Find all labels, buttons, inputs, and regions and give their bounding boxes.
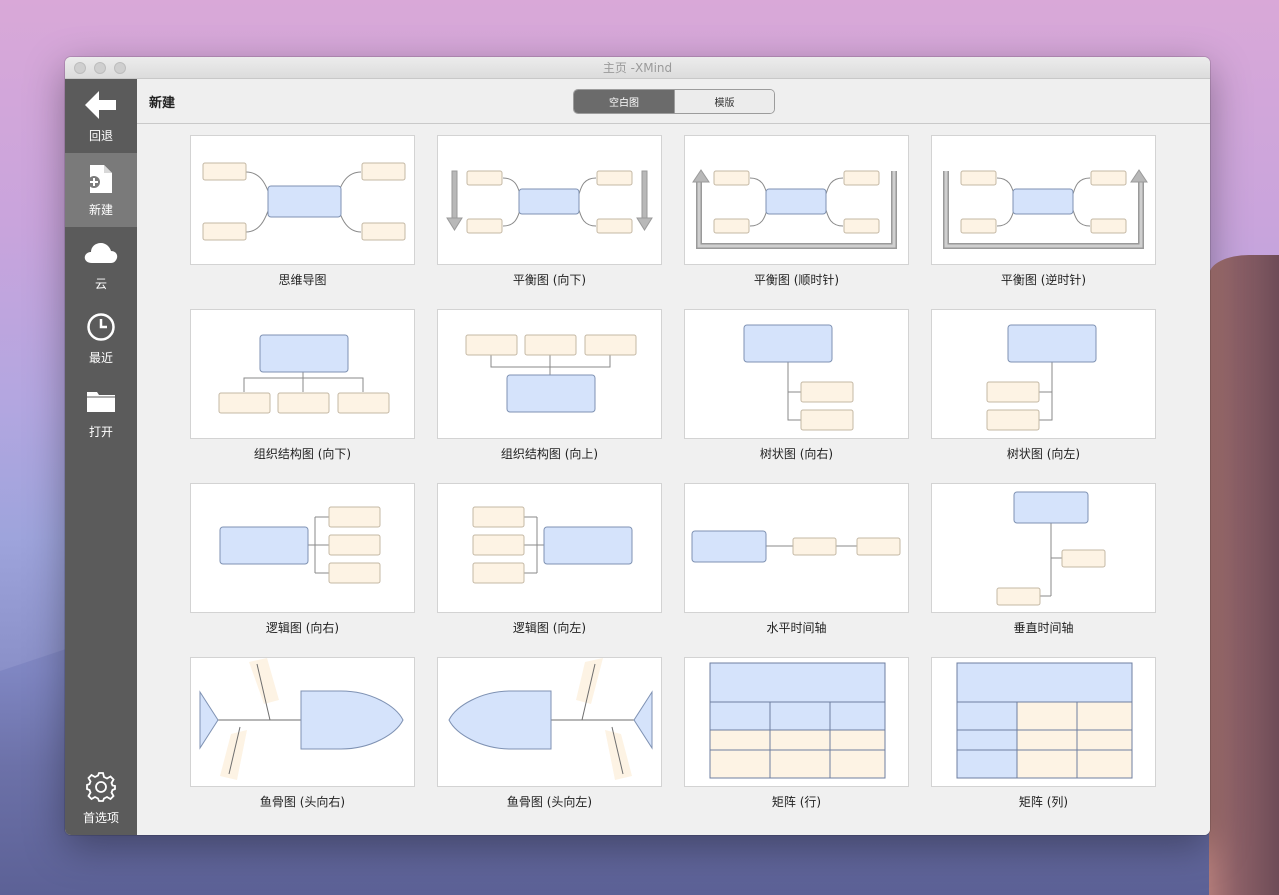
template-label: 矩阵 (列) bbox=[1018, 795, 1069, 809]
template-card-org-chart-down[interactable]: 组织结构图 (向下) bbox=[190, 309, 415, 483]
template-label: 逻辑图 (向左) bbox=[512, 621, 587, 635]
template-thumbnail bbox=[931, 483, 1156, 613]
sidebar-item-cloud[interactable]: 云 bbox=[65, 227, 137, 301]
back-arrow-icon bbox=[85, 89, 117, 121]
template-thumbnail bbox=[684, 483, 909, 613]
template-card-balance-counterclockwise[interactable]: 平衡图 (逆时针) bbox=[931, 135, 1156, 309]
template-label: 逻辑图 (向右) bbox=[265, 621, 340, 635]
sidebar-item-recent[interactable]: 最近 bbox=[65, 301, 137, 375]
sidebar-item-label: 回退 bbox=[88, 128, 113, 143]
template-thumbnail bbox=[684, 309, 909, 439]
sidebar-item-label: 打开 bbox=[88, 424, 113, 439]
template-card-fishbone-left[interactable]: 鱼骨图 (头向左) bbox=[437, 657, 662, 831]
template-card-balance-down[interactable]: 平衡图 (向下) bbox=[437, 135, 662, 309]
template-card-horizontal-timeline[interactable]: 水平时间轴 bbox=[684, 483, 909, 657]
window-controls bbox=[74, 62, 126, 74]
template-label: 组织结构图 (向上) bbox=[500, 447, 599, 461]
sidebar-item-label: 首选项 bbox=[82, 810, 119, 825]
template-label: 平衡图 (逆时针) bbox=[1000, 273, 1087, 287]
sidebar-item-label: 云 bbox=[94, 276, 107, 291]
template-grid: 思维导图 平衡图 (向下) 平衡图 (顺时针) 平衡图 (逆时针) 组织结构图 … bbox=[190, 135, 1156, 831]
template-card-fishbone-right[interactable]: 鱼骨图 (头向右) bbox=[190, 657, 415, 831]
mode-segmented-control: 空白图 模版 bbox=[573, 89, 775, 114]
sidebar: 回退 新建 云 最近 打开 首选项 bbox=[65, 79, 137, 835]
template-thumbnail bbox=[931, 135, 1156, 265]
template-card-vertical-timeline[interactable]: 垂直时间轴 bbox=[931, 483, 1156, 657]
template-label: 思维导图 bbox=[278, 273, 327, 287]
template-thumbnail bbox=[190, 135, 415, 265]
template-card-logic-left[interactable]: 逻辑图 (向左) bbox=[437, 483, 662, 657]
template-thumbnail bbox=[437, 309, 662, 439]
toolbar: 新建 空白图 模版 bbox=[137, 79, 1210, 124]
template-thumbnail bbox=[437, 657, 662, 787]
tab-blank-map[interactable]: 空白图 bbox=[574, 90, 674, 113]
template-thumbnail bbox=[190, 309, 415, 439]
sidebar-item-back[interactable]: 回退 bbox=[65, 79, 137, 153]
template-label: 水平时间轴 bbox=[766, 621, 827, 635]
template-thumbnail bbox=[190, 483, 415, 613]
template-card-org-chart-up[interactable]: 组织结构图 (向上) bbox=[437, 309, 662, 483]
template-card-matrix-columns[interactable]: 矩阵 (列) bbox=[931, 657, 1156, 831]
main-panel: 新建 空白图 模版 思维导图 平衡图 (向下) 平衡图 (顺时针) 平衡图 (逆… bbox=[137, 79, 1210, 835]
sidebar-item-open[interactable]: 打开 bbox=[65, 375, 137, 449]
template-label: 平衡图 (向下) bbox=[512, 273, 587, 287]
template-thumbnail bbox=[684, 657, 909, 787]
template-thumbnail bbox=[437, 135, 662, 265]
sidebar-item-new[interactable]: 新建 bbox=[65, 153, 137, 227]
template-label: 鱼骨图 (头向右) bbox=[259, 795, 346, 809]
template-thumbnail bbox=[437, 483, 662, 613]
template-card-tree-left[interactable]: 树状图 (向左) bbox=[931, 309, 1156, 483]
sidebar-item-preferences[interactable]: 首选项 bbox=[65, 761, 137, 835]
close-window-button[interactable] bbox=[74, 62, 86, 74]
sidebar-item-label: 新建 bbox=[88, 202, 113, 217]
window-title: 主页 -XMind bbox=[602, 61, 673, 75]
template-card-logic-right[interactable]: 逻辑图 (向右) bbox=[190, 483, 415, 657]
template-label: 树状图 (向左) bbox=[1006, 447, 1081, 461]
wallpaper-rock bbox=[1209, 255, 1279, 895]
template-card-mind-map[interactable]: 思维导图 bbox=[190, 135, 415, 309]
template-thumbnail bbox=[931, 657, 1156, 787]
template-card-tree-right[interactable]: 树状图 (向右) bbox=[684, 309, 909, 483]
template-thumbnail bbox=[684, 135, 909, 265]
template-label: 组织结构图 (向下) bbox=[253, 447, 352, 461]
template-label: 树状图 (向右) bbox=[759, 447, 834, 461]
zoom-window-button[interactable] bbox=[114, 62, 126, 74]
template-label: 垂直时间轴 bbox=[1013, 621, 1074, 635]
template-label: 鱼骨图 (头向左) bbox=[506, 795, 593, 809]
template-card-balance-clockwise[interactable]: 平衡图 (顺时针) bbox=[684, 135, 909, 309]
title-bar: 主页 -XMind bbox=[65, 57, 1210, 79]
sidebar-item-label: 最近 bbox=[88, 350, 113, 365]
new-file-icon bbox=[88, 163, 114, 195]
tab-templates[interactable]: 模版 bbox=[674, 90, 774, 113]
folder-icon bbox=[86, 385, 116, 417]
template-thumbnail bbox=[931, 309, 1156, 439]
template-card-matrix-rows[interactable]: 矩阵 (行) bbox=[684, 657, 909, 831]
clock-icon bbox=[86, 311, 116, 343]
template-thumbnail bbox=[190, 657, 415, 787]
app-window: 主页 -XMind 回退 新建 云 最近 打开 首选项 新建 空白图 模版 思维… bbox=[65, 57, 1210, 835]
page-title: 新建 bbox=[149, 95, 176, 111]
minimize-window-button[interactable] bbox=[94, 62, 106, 74]
cloud-icon bbox=[84, 237, 118, 269]
template-label: 平衡图 (顺时针) bbox=[753, 273, 840, 287]
gear-icon bbox=[86, 771, 116, 803]
template-label: 矩阵 (行) bbox=[771, 795, 822, 809]
